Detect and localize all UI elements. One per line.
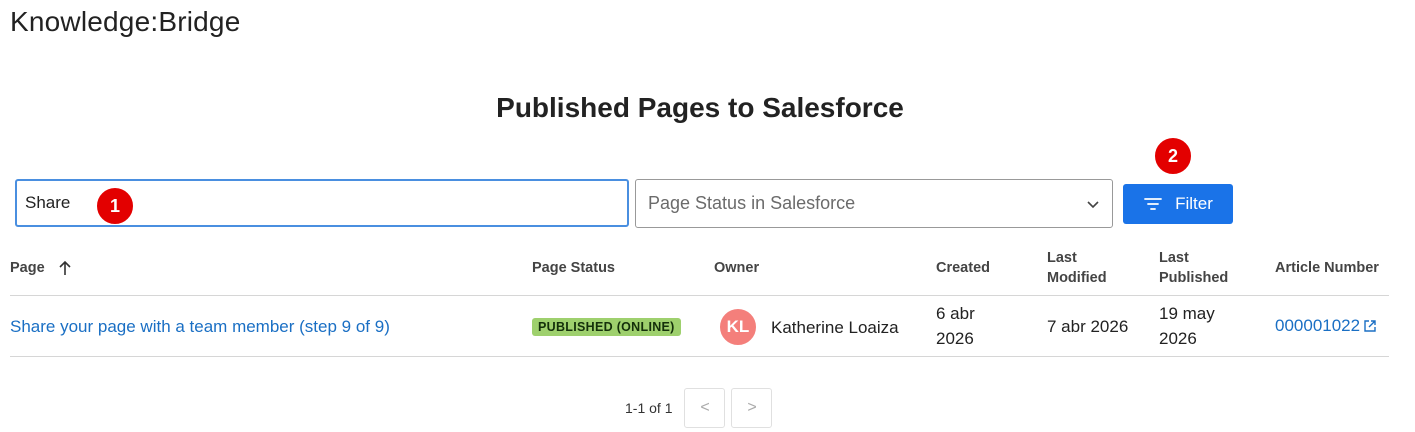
column-header-page-label: Page <box>10 260 45 276</box>
page-title: Published Pages to Salesforce <box>496 92 904 123</box>
column-header-last-modified-line2: Modified <box>1047 270 1107 286</box>
external-link-icon <box>1364 319 1376 332</box>
created-date-line1: 6 abr <box>936 304 975 323</box>
last-published-date-line2: 2026 <box>1159 329 1197 348</box>
created-date-line2: 2026 <box>936 329 974 348</box>
annotation-badge-1: 1 <box>96 187 134 225</box>
app-title: Knowledge:Bridge <box>10 6 241 37</box>
table-row: Share your page with a team member (step… <box>10 296 1389 357</box>
owner-name: Katherine Loaiza <box>771 318 899 337</box>
filter-button[interactable]: Filter <box>1123 184 1233 224</box>
column-header-last-published-line2: Published <box>1159 270 1229 286</box>
arrow-up-icon[interactable] <box>57 259 73 277</box>
last-published-date-line1: 19 may <box>1159 304 1215 323</box>
pagination-summary: 1-1 of 1 <box>625 400 673 416</box>
article-number-link[interactable]: 000001022 <box>1275 313 1377 338</box>
table-header: Page Page Status Owner Created Last Modi… <box>10 244 1389 296</box>
column-header-created[interactable]: Created <box>936 258 990 278</box>
filter-icon <box>1144 198 1163 210</box>
previous-page-button[interactable]: < <box>684 388 726 428</box>
created-date: 6 abr 2026 <box>936 301 1016 351</box>
avatar: KL <box>718 307 758 347</box>
column-header-page-status[interactable]: Page Status <box>532 258 615 278</box>
column-header-last-published-line1: Last <box>1159 250 1189 266</box>
next-page-button[interactable]: > <box>731 388 773 428</box>
page-status-select[interactable]: Page Status in Salesforce <box>635 179 1113 228</box>
column-header-article-number[interactable]: Article Number <box>1275 258 1379 278</box>
pages-table: Page Page Status Owner Created Last Modi… <box>10 244 1389 357</box>
column-header-last-modified-line1: Last <box>1047 250 1077 266</box>
annotation-badge-2: 2 <box>1154 137 1192 175</box>
page-link[interactable]: Share your page with a team member (step… <box>10 314 390 339</box>
column-header-last-published[interactable]: Last Published <box>1159 248 1228 288</box>
page-status-select-placeholder: Page Status in Salesforce <box>648 193 856 213</box>
filter-button-label: Filter <box>1175 194 1213 213</box>
chevron-down-icon <box>1087 200 1099 208</box>
pagination: 1-1 of 1 < > <box>625 388 778 428</box>
last-modified-date: 7 abr 2026 <box>1047 317 1129 336</box>
last-published-date: 19 may 2026 <box>1159 301 1239 351</box>
column-header-owner[interactable]: Owner <box>714 258 759 278</box>
status-badge: PUBLISHED (ONLINE) <box>532 318 681 336</box>
article-number: 000001022 <box>1275 316 1361 335</box>
column-header-page[interactable]: Page <box>10 258 73 278</box>
column-header-last-modified[interactable]: Last Modified <box>1047 248 1107 288</box>
